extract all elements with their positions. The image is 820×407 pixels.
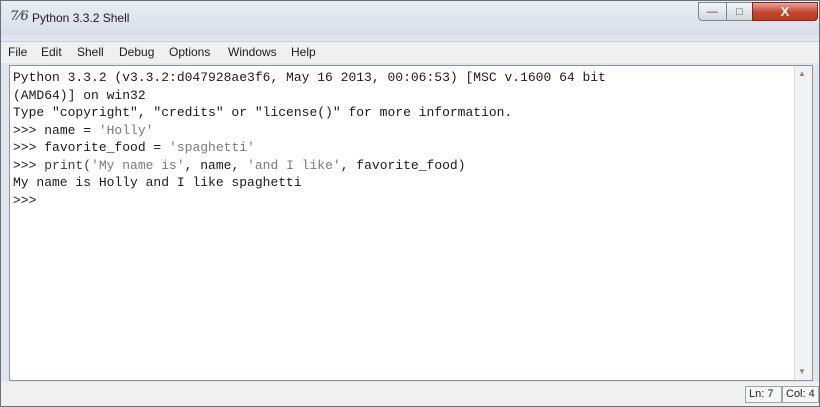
line-number-indicator: Ln: 7 <box>745 386 782 403</box>
maximize-icon: □ <box>736 5 743 18</box>
maximize-button[interactable]: □ <box>726 2 753 21</box>
shell-text-area[interactable]: Python 3.3.2 (v3.3.2:d047928ae3f6, May 1… <box>9 65 813 381</box>
title-bar[interactable]: 7⁄6 Python 3.3.2 Shell — □ X <box>1 1 819 35</box>
code-text: , name, <box>184 157 248 173</box>
minimize-button[interactable]: — <box>698 2 727 21</box>
prompt: >>> <box>13 122 45 138</box>
shell-window: 7⁄6 Python 3.3.2 Shell — □ X File Edit S… <box>0 0 820 407</box>
string-literal: 'Holly' <box>98 122 154 138</box>
code-text: name = <box>44 122 99 138</box>
shell-transcript: Python 3.3.2 (v3.3.2:d047928ae3f6, May 1… <box>13 69 793 209</box>
banner-line-2: (AMD64)] on win32 <box>13 87 146 103</box>
string-literal: 'My name is' <box>91 157 185 173</box>
banner-line-3: Type "copyright", "credits" or "license(… <box>13 105 513 120</box>
prompt: >>> <box>13 140 45 155</box>
prompt: >>> <box>13 157 45 173</box>
menu-shell[interactable]: Shell <box>77 45 104 59</box>
close-icon: X <box>780 4 790 19</box>
menu-bar: File Edit Shell Debug Options Windows He… <box>1 41 819 63</box>
banner-line-1: Python 3.3.2 (v3.3.2:d047928ae3f6, May 1… <box>13 70 606 85</box>
column-number-indicator: Col: 4 <box>782 386 819 403</box>
menu-edit[interactable]: Edit <box>41 45 62 59</box>
code-text: favorite_food = <box>44 140 170 155</box>
program-output: My name is Holly and I like spaghetti <box>13 175 302 190</box>
menu-options[interactable]: Options <box>169 45 210 59</box>
menu-file[interactable]: File <box>8 45 27 59</box>
python-idle-icon: 7⁄6 <box>10 9 29 24</box>
window-title: Python 3.3.2 Shell <box>32 11 130 25</box>
menu-windows[interactable]: Windows <box>228 45 277 59</box>
minimize-icon: — <box>707 5 718 18</box>
code-text: print( <box>44 157 92 173</box>
string-literal: 'and I like' <box>247 157 341 173</box>
menu-help[interactable]: Help <box>291 45 316 59</box>
status-bar: Ln: 7 Col: 4 <box>1 382 819 406</box>
string-literal: 'spaghetti' <box>169 140 255 155</box>
scroll-up-icon[interactable]: ▲ <box>798 69 806 78</box>
vertical-scrollbar[interactable]: ▲ ▼ <box>794 66 812 380</box>
close-button[interactable]: X <box>752 2 818 21</box>
menu-debug[interactable]: Debug <box>119 45 154 59</box>
current-prompt: >>> <box>13 192 37 208</box>
scroll-down-icon[interactable]: ▼ <box>798 367 806 376</box>
code-text: , favorite_food) <box>340 157 466 173</box>
